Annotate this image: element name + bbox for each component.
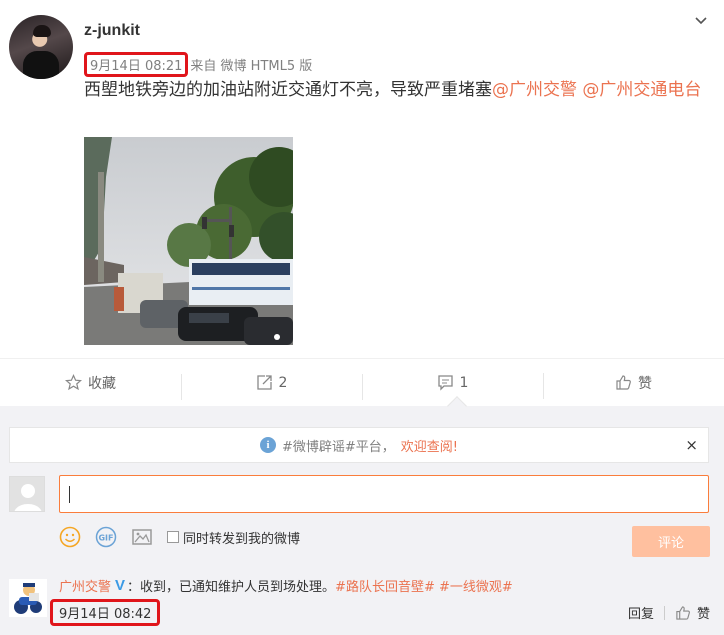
text-cursor [69,486,70,503]
hashtag-link[interactable]: #一线微观# [439,576,513,595]
post-username[interactable]: z-junkit [84,22,140,40]
mention-link[interactable]: @广州交通电台 [582,80,701,100]
favorite-label: 收藏 [88,375,116,392]
mention-link[interactable]: @广州交警 [492,80,577,100]
current-user-avatar [9,476,45,512]
traffic-photo [84,137,293,345]
emoji-icon[interactable] [59,526,81,548]
comment-button[interactable]: 1 [362,374,543,400]
star-icon [65,374,82,391]
post-text-body: 西塱地铁旁边的加油站附近交通灯不亮，导致严重堵塞 [84,80,492,100]
comment-input[interactable] [59,475,709,513]
hashtag-link[interactable]: #路队长回音壁# [335,576,435,595]
like-label: 赞 [638,375,652,392]
reply-content: 广州交警 V ：收到，已通知维护人员到场处理。 #路队长回音壁# #一线微观# [59,576,513,595]
thumbs-up-icon [616,375,631,390]
reply-like-button[interactable]: 赞 [675,603,710,622]
forward-checkbox[interactable]: 同时转发到我的微博 [167,528,300,547]
reply-actions: 回复 赞 [628,603,710,622]
rumor-notice-bar: i #微博辟谣#平台， 欢迎查阅! × [9,427,709,463]
comment-icon [437,375,453,391]
reply-timestamp: 9月14日 08:42 [50,599,161,626]
reply-like-label: 赞 [696,607,710,622]
notice-text[interactable]: #微博辟谣#平台， [282,436,395,455]
reply-avatar[interactable] [9,579,47,617]
share-count: 2 [278,374,288,391]
post-action-bar: 收藏 2 1 赞 [0,358,724,406]
post-photo[interactable] [84,137,293,345]
reply-button[interactable]: 回复 [628,603,654,622]
post-meta: 9月14日 08:21 来自 微博 HTML5 版 [84,52,312,77]
post-timestamp[interactable]: 9月14日 08:21 [84,52,189,77]
forward-label: 同时转发到我的微博 [183,531,301,547]
divider [663,605,665,620]
default-avatar-icon [10,477,44,511]
comment-panel: i #微博辟谣#平台， 欢迎查阅! × GIF 同时转发到我的微博 评论 广州交… [0,396,724,635]
post-source: 来自 微博 HTML5 版 [190,59,313,74]
share-icon [256,375,272,390]
police-logo-icon [9,579,47,617]
reply-username[interactable]: 广州交警 [59,576,111,595]
svg-text:GIF: GIF [98,534,113,543]
favorite-button[interactable]: 收藏 [0,373,181,393]
chevron-down-icon[interactable] [694,14,708,28]
post-text: 西塱地铁旁边的加油站附近交通灯不亮，导致严重堵塞@广州交警 @广州交通电台 [84,76,709,104]
reply-text: ：收到，已通知维护人员到场处理。 [127,580,336,595]
verified-badge-icon: V [115,577,126,594]
image-icon[interactable] [131,526,153,548]
user-avatar[interactable] [9,15,73,79]
notice-link[interactable]: 欢迎查阅! [401,436,458,455]
thumbs-up-icon [676,605,690,620]
submit-comment-button[interactable]: 评论 [632,526,710,557]
comment-toolbar: GIF 同时转发到我的微博 [59,526,300,548]
like-button[interactable]: 赞 [543,372,724,399]
comment-count: 1 [459,374,469,391]
gif-icon[interactable]: GIF [95,526,117,548]
close-icon[interactable]: × [685,436,698,454]
share-button[interactable]: 2 [181,374,362,400]
info-icon: i [259,437,276,453]
checkbox-icon[interactable] [167,531,179,543]
